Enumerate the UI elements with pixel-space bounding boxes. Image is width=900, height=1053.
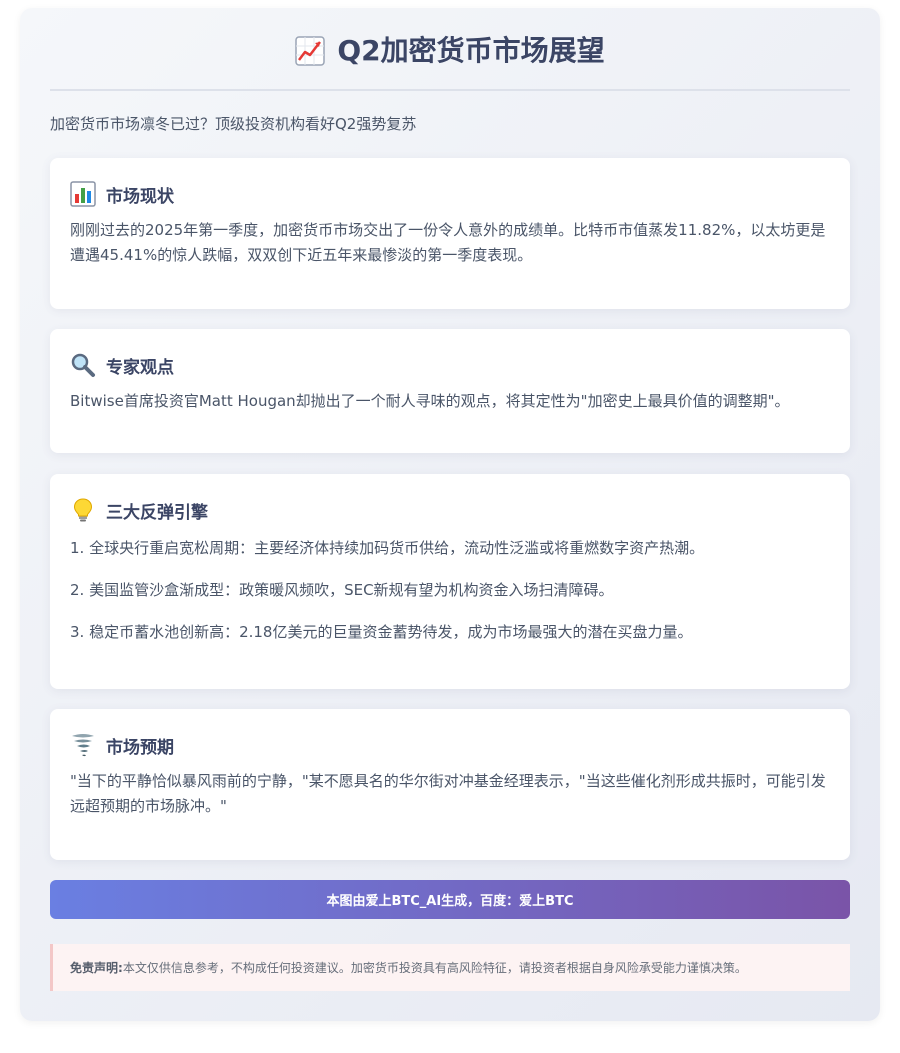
section-header: 三大反弹引擎 [70,496,830,524]
section-text: Bitwise首席投资官Matt Hougan却抛出了一个耐人寻味的观点，将其定… [70,392,790,410]
disclaimer-text: 本文仅供信息参考，不构成任何投资建议。加密货币投资具有高风险特征，请投资者根据自… [122,961,747,975]
chart-up-icon [295,36,326,66]
magnifier-icon [71,353,95,377]
bar-chart-icon [70,181,96,207]
section-card-rebound-engines: 三大反弹引擎 1. 全球央行重启宽松周期：主要经济体持续加码货币供给，流动性泛滥… [50,474,850,689]
page-subtitle: 加密货币市场凛冬已过？顶级投资机构看好Q2强势复苏 [50,115,417,133]
section-header: 专家观点 [70,351,830,379]
section-header: 市场现状 [70,180,830,208]
disclaimer-label: 免责声明: [70,961,123,975]
poster-container: Q2加密货币市场展望 加密货币市场凛冬已过？顶级投资机构看好Q2强势复苏 市场现… [20,8,880,1021]
section-title: 专家观点 [106,357,174,378]
page-title: Q2加密货币市场展望 [337,34,605,67]
tornado-icon [72,734,94,757]
list-item: 2. 美国监管沙盒渐成型：政策暖风频吹，SEC新规有望为机构资金入场扫清障碍。 [70,581,614,599]
section-title: 市场预期 [106,737,174,758]
section-title: 市场现状 [106,186,174,207]
generated-by-banner: 本图由爱上BTC_AI生成，百度：爱上BTC [50,880,850,919]
list-item: 3. 稳定币蓄水池创新高：2.18亿美元的巨量资金蓄势待发，成为市场最强大的潜在… [70,623,693,641]
disclaimer-box: 免责声明:本文仅供信息参考，不构成任何投资建议。加密货币投资具有高风险特征，请投… [50,944,850,991]
section-title: 三大反弹引擎 [106,502,208,523]
title-wrap: Q2加密货币市场展望 [295,34,605,68]
section-card-market-expectation: 市场预期 "当下的平静恰似暴风雨前的宁静，"某不愿具名的华尔街对冲基金经理表示，… [50,709,850,860]
section-header: 市场预期 [70,731,830,759]
section-text: "当下的平静恰似暴风雨前的宁静，"某不愿具名的华尔街对冲基金经理表示，"当这些催… [70,772,826,815]
section-card-expert-view: 专家观点 Bitwise首席投资官Matt Hougan却抛出了一个耐人寻味的观… [50,329,850,453]
list-item: 1. 全球央行重启宽松周期：主要经济体持续加码货币供给，流动性泛滥或将重燃数字资… [70,539,705,557]
page-header: Q2加密货币市场展望 [50,34,850,91]
section-card-market-status: 市场现状 刚刚过去的2025年第一季度，加密货币市场交出了一份令人意外的成绩单。… [50,158,850,309]
lightbulb-icon [73,498,93,522]
section-text: 刚刚过去的2025年第一季度，加密货币市场交出了一份令人意外的成绩单。比特币市值… [70,221,826,264]
engine-list: 1. 全球央行重启宽松周期：主要经济体持续加码货币供给，流动性泛滥或将重燃数字资… [70,536,830,645]
